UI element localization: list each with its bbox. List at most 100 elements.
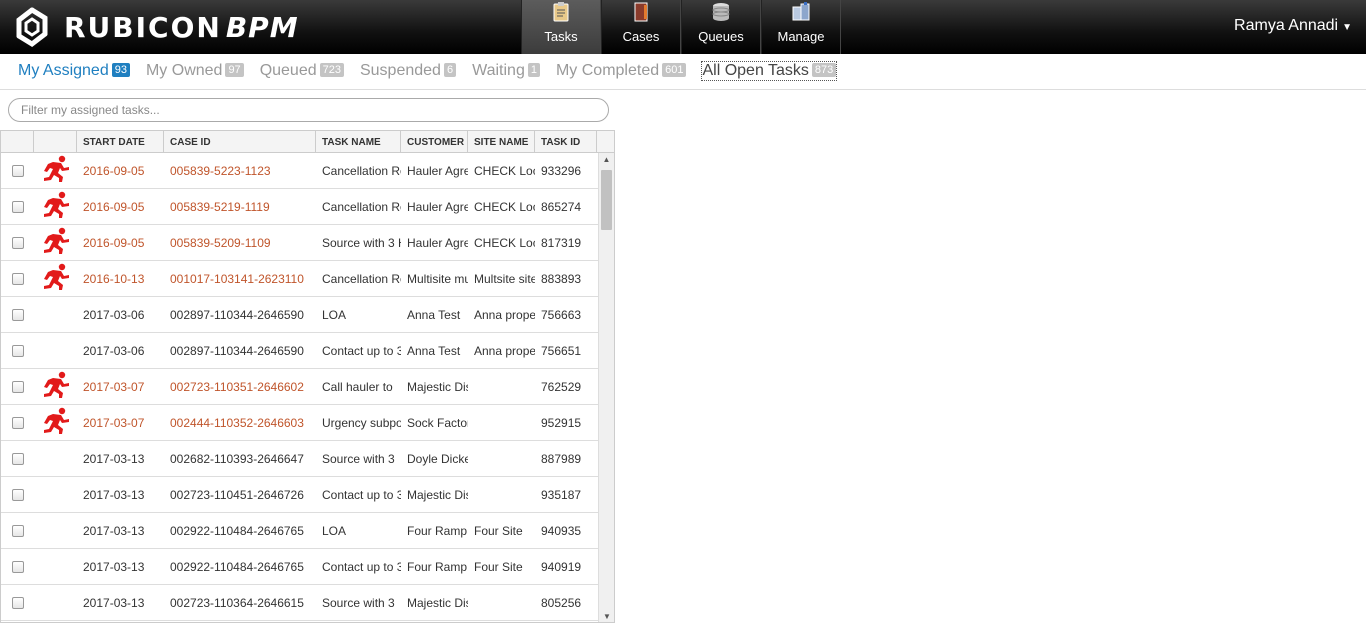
- case-id-cell[interactable]: 002897-110344-2646590: [164, 308, 316, 322]
- filter-input[interactable]: [8, 98, 609, 122]
- case-id-cell[interactable]: 002922-110484-2646765: [164, 524, 316, 538]
- grid-header: START DATE CASE ID TASK NAME CUSTOMER SITE N…: [1, 131, 614, 153]
- case-id-cell[interactable]: 002723-110351-2646602: [164, 380, 316, 394]
- scroll-thumb[interactable]: [601, 170, 612, 230]
- select-column-header[interactable]: [1, 131, 34, 152]
- row-checkbox[interactable]: [11, 524, 24, 537]
- table-row[interactable]: 2017-03-13 002922-110484-2646765 Contact u…: [1, 549, 614, 585]
- user-menu[interactable]: Ramya Annadi ▼: [1234, 17, 1352, 35]
- start-date-cell: 2016-09-05: [83, 163, 145, 178]
- table-row[interactable]: 2017-03-13 002682-110393-2646647 Source wi…: [1, 441, 614, 477]
- start-date-cell: 2017-03-13: [83, 451, 145, 466]
- row-select-cell: [1, 272, 34, 285]
- subtab-my-completed[interactable]: My Completed 601: [556, 62, 687, 80]
- nav-tab-manage[interactable]: Manage: [761, 0, 841, 54]
- start-date-cell: 2017-03-13: [83, 559, 145, 574]
- urgent-runner-icon: [40, 155, 72, 186]
- table-row[interactable]: 2017-03-07 002723-110351-2646602 Call haul…: [1, 369, 614, 405]
- urgency-cell: [34, 191, 77, 222]
- nav-tab-label: Manage: [777, 29, 825, 44]
- site-name-header[interactable]: SITE NAME: [468, 131, 535, 152]
- case-id-cell[interactable]: 002723-110364-2646615: [164, 596, 316, 610]
- subtab-my-assigned[interactable]: My Assigned 93: [18, 62, 130, 80]
- start-date-header[interactable]: START DATE: [77, 131, 164, 152]
- row-checkbox[interactable]: [11, 560, 24, 573]
- table-row[interactable]: 2017-03-06 002897-110344-2646590 Contact u…: [1, 333, 614, 369]
- nav-tab-tasks[interactable]: Tasks: [521, 0, 601, 54]
- case-id-header[interactable]: CASE ID: [164, 131, 316, 152]
- table-row[interactable]: 2017-03-06 002897-110344-2646590 LOA Anna T…: [1, 297, 614, 333]
- subtab-suspended[interactable]: Suspended 6: [359, 62, 457, 80]
- nav-tab-queues[interactable]: Queues: [681, 0, 761, 54]
- table-row[interactable]: 2017-03-13 002922-110484-2646765 LOA Four R…: [1, 513, 614, 549]
- case-id-cell[interactable]: 005839-5219-1119: [164, 200, 316, 214]
- subtab-label: Queued: [259, 62, 317, 79]
- start-date-cell: 2016-09-05: [83, 235, 145, 250]
- folders-icon: [790, 1, 812, 23]
- task-name-cell: Contact up to 3: [322, 343, 401, 358]
- urgency-column-header[interactable]: [34, 131, 77, 152]
- urgency-cell: [34, 263, 77, 294]
- customer-cell: Doyle Dickens: [407, 451, 468, 466]
- table-row[interactable]: 2017-03-13 002723-110364-2646615 Source wi…: [1, 585, 614, 621]
- customer-header[interactable]: CUSTOMER: [401, 131, 468, 152]
- row-checkbox[interactable]: [11, 344, 24, 357]
- case-id-cell[interactable]: 001017-103141-2623110: [164, 272, 316, 286]
- table-row[interactable]: 2017-03-13 002723-110451-2646726 Contact u…: [1, 477, 614, 513]
- subtab-waiting[interactable]: Waiting 1: [472, 62, 540, 80]
- table-row[interactable]: 2016-10-13 001017-103141-2623110 Cancellat…: [1, 261, 614, 297]
- site-name-cell: Four Site: [474, 523, 523, 538]
- task-name-cell: Urgency subpoena: [322, 415, 401, 430]
- vertical-scrollbar[interactable]: ▲ ▼: [598, 153, 614, 622]
- scroll-up-icon[interactable]: ▲: [599, 153, 614, 167]
- case-id-cell[interactable]: 002682-110393-2646647: [164, 452, 316, 466]
- start-date-cell: 2017-03-07: [83, 415, 145, 430]
- task-id-cell: 883893: [541, 271, 582, 286]
- case-id-cell[interactable]: 002723-110451-2646726: [164, 488, 316, 502]
- row-checkbox[interactable]: [11, 308, 24, 321]
- nav-tab-label: Cases: [622, 29, 660, 44]
- subtab-all-open-tasks[interactable]: All Open Tasks 873: [701, 61, 838, 81]
- case-id-cell[interactable]: 005839-5223-1123: [164, 164, 316, 178]
- urgent-runner-icon: [40, 227, 72, 258]
- table-row[interactable]: 2016-09-05 005839-5219-1119 Cancellation R…: [1, 189, 614, 225]
- task-name-header[interactable]: TASK NAME: [316, 131, 401, 152]
- subtab-queued[interactable]: Queued 723: [260, 62, 344, 80]
- table-row[interactable]: 2016-09-05 005839-5223-1123 Cancellation R…: [1, 153, 614, 189]
- urgent-runner-icon: [40, 407, 72, 438]
- task-name-cell: LOA: [322, 307, 347, 322]
- task-name-cell: Cancellation Request: [322, 163, 401, 178]
- subtab-my-owned[interactable]: My Owned 97: [146, 62, 244, 80]
- customer-cell: Majestic Dist: [407, 595, 468, 610]
- row-checkbox[interactable]: [11, 380, 24, 393]
- row-checkbox[interactable]: [11, 272, 24, 285]
- count-badge: 93: [111, 63, 130, 77]
- urgency-cell: [34, 371, 77, 402]
- table-row[interactable]: 2017-03-07 002444-110352-2646603 Urgency s…: [1, 405, 614, 441]
- case-id-cell[interactable]: 002922-110484-2646765: [164, 560, 316, 574]
- customer-cell: Anna Test: [407, 343, 461, 358]
- brand-logo[interactable]: RUBICON BPM: [10, 7, 299, 48]
- task-id-header[interactable]: TASK ID: [535, 131, 597, 152]
- row-checkbox[interactable]: [11, 200, 24, 213]
- subtab-label: Suspended: [359, 62, 441, 79]
- row-checkbox[interactable]: [11, 452, 24, 465]
- site-name-cell: Multsite site: [474, 271, 535, 286]
- row-select-cell: [1, 524, 34, 537]
- task-name-cell: LOA: [322, 523, 347, 538]
- table-row[interactable]: 2016-09-05 005839-5209-1109 Source with 3 …: [1, 225, 614, 261]
- nav-tab-cases[interactable]: Cases: [601, 0, 681, 54]
- case-id-cell[interactable]: 002444-110352-2646603: [164, 416, 316, 430]
- nav-tab-label: Queues: [698, 29, 744, 44]
- case-id-cell[interactable]: 002897-110344-2646590: [164, 344, 316, 358]
- count-badge: 723: [319, 63, 344, 77]
- case-id-cell[interactable]: 005839-5209-1109: [164, 236, 316, 250]
- row-checkbox[interactable]: [11, 236, 24, 249]
- task-filter-tabs: My Assigned 93 My Owned 97 Queued 723 Suspende…: [0, 54, 1366, 90]
- scroll-down-icon[interactable]: ▼: [599, 610, 614, 622]
- row-checkbox[interactable]: [11, 488, 24, 501]
- row-checkbox[interactable]: [11, 164, 24, 177]
- row-checkbox[interactable]: [11, 416, 24, 429]
- row-checkbox[interactable]: [11, 596, 24, 609]
- customer-cell: Multisite multi: [407, 271, 468, 286]
